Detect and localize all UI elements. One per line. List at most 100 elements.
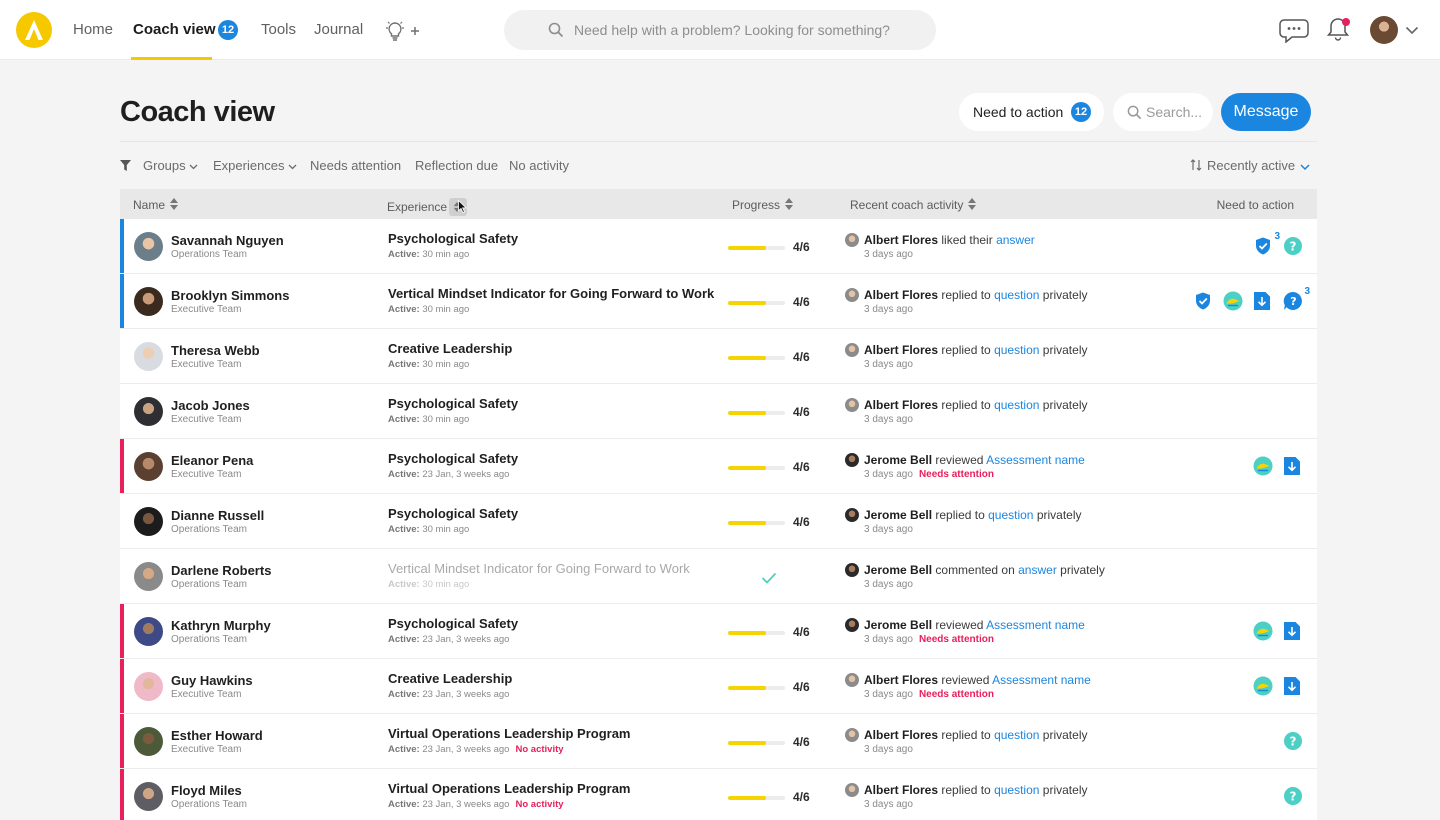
- reflection-icon[interactable]: [1253, 456, 1273, 476]
- coachee-name[interactable]: Jacob Jones: [171, 398, 250, 413]
- table-row[interactable]: Esther Howard Executive Team Virtual Opera…: [120, 714, 1317, 769]
- activity-link[interactable]: Assessment name: [992, 673, 1091, 687]
- avatar[interactable]: [134, 617, 163, 646]
- active-prefix: Active:: [388, 359, 420, 370]
- coachee-name[interactable]: Savannah Nguyen: [171, 233, 284, 248]
- shield-check-icon[interactable]: [1193, 291, 1213, 311]
- messages-icon[interactable]: [1278, 17, 1310, 43]
- coachee-name[interactable]: Darlene Roberts: [171, 563, 271, 578]
- need-to-action-button[interactable]: Need to action 12: [959, 93, 1104, 131]
- nav-tools[interactable]: Tools: [261, 0, 296, 60]
- download-doc-icon[interactable]: [1283, 456, 1303, 476]
- filter-icon[interactable]: [120, 160, 131, 171]
- experience-name[interactable]: Psychological Safety: [388, 616, 518, 631]
- table-row[interactable]: Guy Hawkins Executive Team Creative Leader…: [120, 659, 1317, 714]
- activity-link[interactable]: Assessment name: [986, 618, 1085, 632]
- download-doc-icon[interactable]: [1283, 621, 1303, 641]
- user-avatar[interactable]: [1370, 16, 1398, 44]
- experience-name[interactable]: Psychological Safety: [388, 231, 518, 246]
- table-row[interactable]: Dianne Russell Operations Team Psychologic…: [120, 494, 1317, 549]
- question-icon[interactable]: ?: [1283, 731, 1303, 751]
- coachee-name[interactable]: Theresa Webb: [171, 343, 260, 358]
- experience-name[interactable]: Psychological Safety: [388, 396, 518, 411]
- avatar[interactable]: [134, 287, 163, 316]
- activity-link[interactable]: question: [988, 508, 1033, 522]
- coachee-name[interactable]: Esther Howard: [171, 728, 263, 743]
- question-icon[interactable]: ?: [1283, 236, 1303, 256]
- coachee-name[interactable]: Eleanor Pena: [171, 453, 253, 468]
- avatar[interactable]: [134, 232, 163, 261]
- reflection-icon[interactable]: [1253, 621, 1273, 641]
- coachee-team: Operations Team: [171, 249, 247, 260]
- activity-link[interactable]: Assessment name: [986, 453, 1085, 467]
- activity-link[interactable]: answer: [996, 233, 1035, 247]
- nav-home[interactable]: Home: [73, 0, 113, 60]
- reflection-icon[interactable]: [1223, 291, 1243, 311]
- avatar[interactable]: [134, 452, 163, 481]
- avatar[interactable]: [134, 507, 163, 536]
- filter-needs-attention[interactable]: Needs attention: [310, 158, 401, 173]
- download-doc-icon[interactable]: [1283, 676, 1303, 696]
- avatar[interactable]: [134, 342, 163, 371]
- experience-name[interactable]: Virtual Operations Leadership Program: [388, 781, 631, 796]
- experience-name[interactable]: Creative Leadership: [388, 341, 512, 356]
- message-button[interactable]: Message: [1221, 93, 1311, 131]
- shield-check-icon[interactable]: 3: [1253, 231, 1281, 256]
- table-row[interactable]: Kathryn Murphy Operations Team Psychologic…: [120, 604, 1317, 659]
- question-chat-icon[interactable]: ? 3: [1283, 286, 1311, 311]
- avatar[interactable]: [134, 672, 163, 701]
- activity-link[interactable]: question: [994, 398, 1039, 412]
- avatar[interactable]: [134, 727, 163, 756]
- reflection-icon[interactable]: [1253, 676, 1273, 696]
- avatar[interactable]: [134, 782, 163, 811]
- filter-no-activity[interactable]: No activity: [509, 158, 569, 173]
- activity-link[interactable]: question: [994, 783, 1039, 797]
- activity-link[interactable]: answer: [1018, 563, 1057, 577]
- table-row[interactable]: Floyd Miles Operations Team Virtual Operat…: [120, 769, 1317, 820]
- coach-activity: Albert Flores reviewed Assessment name: [864, 673, 1091, 687]
- coachee-name[interactable]: Brooklyn Simmons: [171, 288, 289, 303]
- coachee-name[interactable]: Dianne Russell: [171, 508, 264, 523]
- activity-link[interactable]: question: [994, 288, 1039, 302]
- add-idea-icon[interactable]: [384, 20, 420, 42]
- app-logo[interactable]: [16, 12, 52, 48]
- coachee-name[interactable]: Floyd Miles: [171, 783, 242, 798]
- activity-link[interactable]: question: [994, 728, 1039, 742]
- table-row[interactable]: Theresa Webb Executive Team Creative Leade…: [120, 329, 1317, 384]
- experience-name[interactable]: Virtual Operations Leadership Program: [388, 726, 631, 741]
- avatar[interactable]: [134, 397, 163, 426]
- nav-journal[interactable]: Journal: [314, 0, 363, 60]
- experience-name[interactable]: Psychological Safety: [388, 506, 518, 521]
- table-row[interactable]: Darlene Roberts Operations Team Vertical M…: [120, 549, 1317, 604]
- chevron-down-icon[interactable]: [1405, 26, 1419, 35]
- global-search-input[interactable]: [574, 10, 914, 50]
- coach-view-badge: 12: [218, 20, 238, 40]
- coachee-name[interactable]: Guy Hawkins: [171, 673, 253, 688]
- progress-fill: [728, 411, 767, 415]
- nav-coach-view[interactable]: Coach view: [133, 0, 216, 60]
- experience-name[interactable]: Creative Leadership: [388, 671, 512, 686]
- table-row[interactable]: Savannah Nguyen Operations Team Psychologi…: [120, 219, 1317, 274]
- experience-name[interactable]: Psychological Safety: [388, 451, 518, 466]
- sort-control[interactable]: Recently active: [1190, 158, 1310, 173]
- question-icon[interactable]: ?: [1283, 786, 1303, 806]
- filter-experiences[interactable]: Experiences: [213, 158, 297, 173]
- activity-link[interactable]: question: [994, 343, 1039, 357]
- column-recent-activity[interactable]: Recent coach activity: [850, 198, 977, 212]
- chevron-down-icon: [1300, 164, 1310, 170]
- table-row[interactable]: Brooklyn Simmons Executive Team Vertical M…: [120, 274, 1317, 329]
- coachee-name[interactable]: Kathryn Murphy: [171, 618, 271, 633]
- table-row[interactable]: Eleanor Pena Executive Team Psychological …: [120, 439, 1317, 494]
- table-row[interactable]: Jacob Jones Executive Team Psychological S…: [120, 384, 1317, 439]
- avatar[interactable]: [134, 562, 163, 591]
- list-search-input[interactable]: [1146, 93, 1208, 131]
- experience-name[interactable]: Vertical Mindset Indicator for Going For…: [388, 561, 690, 576]
- download-doc-icon[interactable]: [1253, 291, 1273, 311]
- experience-name[interactable]: Vertical Mindset Indicator for Going For…: [388, 286, 714, 301]
- column-experience[interactable]: Experience: [387, 198, 468, 216]
- filter-groups[interactable]: Groups: [143, 158, 198, 173]
- column-name[interactable]: Name: [133, 198, 179, 212]
- filter-reflection-due[interactable]: Reflection due: [415, 158, 498, 173]
- activity-verb: replied to: [941, 398, 991, 412]
- column-progress[interactable]: Progress: [732, 198, 794, 212]
